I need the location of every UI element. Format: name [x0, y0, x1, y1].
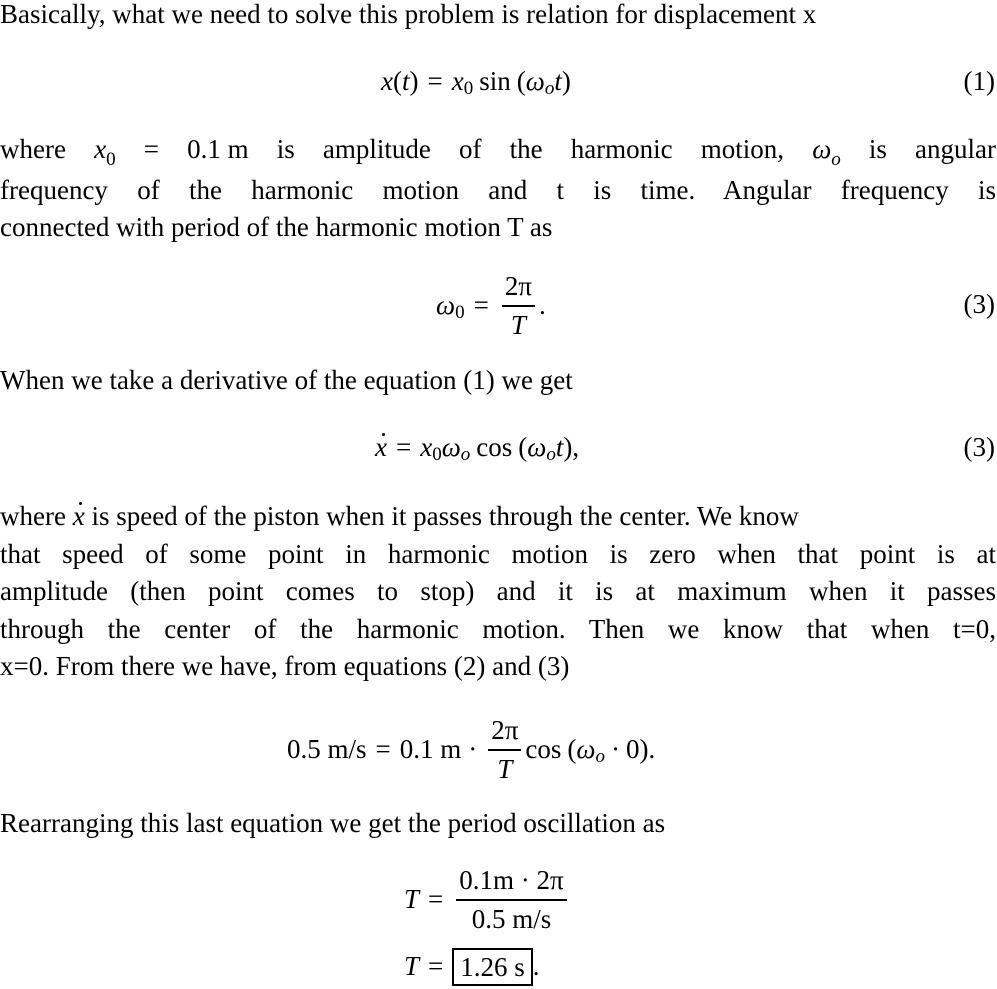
equation-3: x = x0ωo cos (ω o t), (3)	[0, 423, 997, 473]
paragraph-2-line-1: where x0 = 0.1 m is amplitude of the har…	[0, 134, 996, 170]
eq2-fraction: 2π T	[501, 270, 535, 342]
eq4-denominator: T	[497, 754, 513, 784]
eq1-equals: =	[427, 66, 443, 97]
paragraph-4-line-3: amplitude (then point comes to stop) and…	[0, 576, 996, 606]
eq4-lhs: 0.5 m/s	[287, 734, 367, 765]
equation-5-body: T = 0.1m · 2π 0.5 m/s	[404, 862, 571, 938]
eq4-omega: ω	[576, 734, 596, 765]
eq3-equals: =	[395, 432, 412, 463]
eq4-numerator: 2π	[488, 714, 522, 751]
eq4-cdot: ·	[468, 734, 478, 765]
eq5-fraction: 0.1m · 2π 0.5 m/s	[456, 864, 567, 936]
eq3-omega: ω	[441, 432, 461, 463]
equation-1: x (t) = x0 sin (ω o t) (1)	[0, 57, 997, 107]
solution-document: Basically, what we need to solve this pr…	[0, 0, 997, 989]
eq3-x-sub: 0	[432, 444, 442, 466]
paragraph-3-text: When we take a derivative of the equatio…	[0, 365, 573, 395]
eq3-func: cos	[476, 432, 513, 463]
equation-1-body: x (t) = x0 sin (ω o t)	[381, 57, 571, 107]
eq5-equals: =	[428, 884, 444, 915]
eq1-func: sin	[479, 66, 511, 97]
eq3-x: x	[420, 432, 433, 463]
equation-4: 0.5 m/s = 0.1 m · 2π T cos (ω o · 0).	[0, 712, 997, 788]
eq2-trail: .	[538, 290, 546, 321]
paragraph-4-line-5: x=0. From there we have, from equations …	[0, 651, 570, 681]
eq1-open: (	[516, 66, 526, 97]
equation-6: T = 1.26 s.	[0, 945, 997, 989]
paragraph-3: When we take a derivative of the equatio…	[0, 362, 996, 400]
eq5-denominator: 0.5 m/s	[471, 904, 552, 934]
paragraph-4: where x is speed of the piston when it p…	[0, 498, 996, 686]
eq4-zero: 0	[625, 734, 640, 765]
eq4-equals: =	[375, 734, 391, 765]
eq6-result-box: 1.26 s	[452, 948, 533, 986]
equation-2: ω0 = 2π T . (3)	[0, 268, 997, 344]
eq1-omega: ω	[525, 66, 545, 97]
eq1-close: )	[561, 66, 571, 97]
eq1-amp-sub: 0	[463, 78, 474, 100]
eq2-omega-sub: 0	[455, 302, 465, 324]
paragraph-5: Rearranging this last equation we get th…	[0, 805, 996, 843]
equation-2-number: (3)	[963, 289, 995, 319]
paragraph-2-line-2: frequency of the harmonic motion and t i…	[0, 174, 996, 205]
eq3-t: t	[555, 432, 564, 463]
intro-paragraph: Basically, what we need to solve this pr…	[0, 0, 996, 34]
paragraph-4-line-2: that speed of some point in harmonic mot…	[0, 538, 996, 569]
eq3-omega2-sub: o	[546, 444, 556, 466]
eq6-trail: .	[532, 951, 540, 982]
eq2-omega: ω	[436, 290, 456, 321]
eq1-lhs-arg: (t)	[392, 66, 419, 97]
paragraph-4-line-4: through the center of the harmonic motio…	[0, 613, 996, 644]
eq4-fraction: 2π T	[488, 714, 522, 786]
eq1-lhs-var: x	[381, 66, 393, 97]
intro-text: Basically, what we need to solve this pr…	[0, 0, 817, 29]
eq2-equals: =	[473, 290, 489, 321]
eq4-open: (	[567, 734, 577, 765]
eq3-omega2: ω	[527, 432, 547, 463]
eq3-open: (	[518, 432, 528, 463]
equation-2-body: ω0 = 2π T .	[436, 268, 546, 344]
eq3-omega-sub: o	[460, 444, 471, 466]
eq4-func: cos	[525, 734, 562, 765]
equation-5: T = 0.1m · 2π 0.5 m/s	[0, 862, 997, 938]
eq6-equals: =	[428, 951, 444, 982]
eq3-lhs-xdot: x	[375, 429, 387, 467]
eq3-close: ),	[563, 432, 580, 463]
eq1-omega-sub: o	[544, 78, 555, 100]
equation-4-body: 0.5 m/s = 0.1 m · 2π T cos (ω o · 0).	[287, 712, 655, 788]
eq6-lhs: T	[404, 951, 420, 982]
paragraph-2: where x0 = 0.1 m is amplitude of the har…	[0, 131, 996, 247]
paragraph-4-line-1: where x is speed of the piston when it p…	[0, 498, 996, 536]
eq4-amp: 0.1 m	[399, 734, 462, 765]
eq5-numerator: 0.1m · 2π	[456, 864, 567, 901]
equation-1-number: (1)	[963, 66, 995, 96]
eq1-t: t	[554, 66, 562, 97]
eq2-denominator: T	[510, 310, 526, 340]
equation-6-body: T = 1.26 s.	[404, 945, 540, 989]
eq1-amp-var: x	[451, 66, 464, 97]
paragraph-2-line-3: connected with period of the harmonic mo…	[0, 212, 553, 242]
equation-3-number: (3)	[963, 432, 995, 462]
equation-3-body: x = x0ωo cos (ω o t),	[375, 423, 579, 473]
eq4-omega-sub: o	[595, 746, 605, 768]
paragraph-5-text: Rearranging this last equation we get th…	[0, 808, 666, 838]
eq2-numerator: 2π	[501, 270, 535, 307]
eq4-close: ).	[639, 734, 656, 765]
eq4-cdot2: ·	[610, 734, 620, 765]
eq5-lhs: T	[404, 884, 420, 915]
